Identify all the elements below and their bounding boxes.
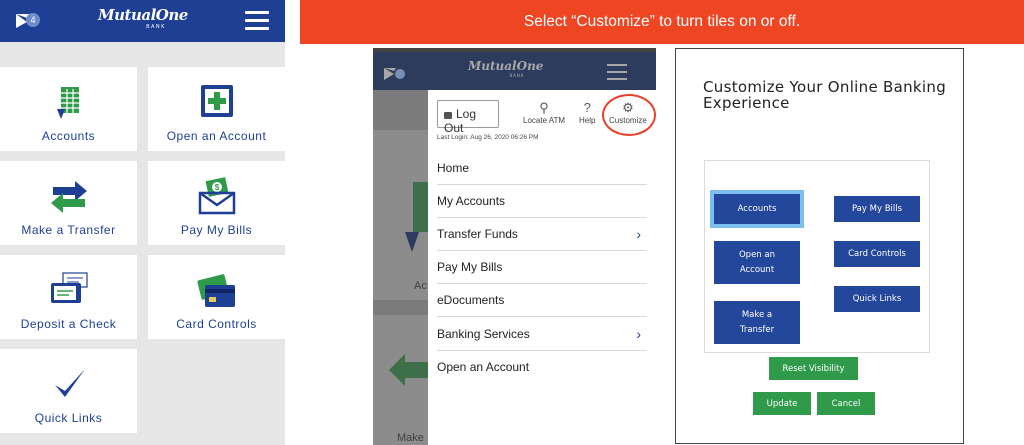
toggle-make-transfer[interactable]: Make a Transfer — [714, 301, 800, 344]
cancel-button[interactable]: Cancel — [817, 392, 875, 415]
lock-icon — [444, 112, 452, 119]
mobile-app-home: 4 MutualOne BANK Accounts Open an Accoun… — [0, 0, 285, 445]
locate-atm-button[interactable]: ⚲ Locate ATM — [523, 100, 565, 125]
menu-item-transfer-funds[interactable]: Transfer Funds › — [437, 218, 647, 251]
toggle-label: Accounts — [737, 203, 777, 214]
logout-button[interactable]: Log Out — [437, 100, 499, 135]
menu-item-banking-services[interactable]: Banking Services › — [437, 318, 647, 351]
brand-name: MutualOne — [468, 59, 544, 73]
tile-label: Accounts — [41, 129, 96, 143]
update-button[interactable]: Update — [753, 392, 811, 415]
toggle-label: Open an Account — [738, 249, 775, 275]
menu-item-open-account[interactable]: Open an Account — [437, 351, 647, 384]
menu-item-label: Open an Account — [437, 360, 530, 374]
ghost-tile-label: Make — [397, 432, 424, 444]
check-deposit-icon — [50, 272, 88, 303]
location-pin-icon: ⚲ — [539, 100, 549, 115]
customize-panel: Customize Your Online Banking Experience… — [675, 48, 964, 444]
toggle-open-account[interactable]: Open an Account — [714, 241, 800, 284]
tile-label: Deposit a Check — [20, 317, 117, 331]
toggle-label: Make a Transfer — [739, 309, 775, 335]
menu-item-label: Transfer Funds — [437, 227, 518, 241]
tile-transfer[interactable]: Make a Transfer — [0, 161, 137, 245]
checkmark-icon — [54, 369, 85, 397]
hamburger-menu-icon[interactable] — [245, 11, 269, 31]
toggle-quick-links[interactable]: Quick Links — [834, 286, 920, 312]
bank-logo[interactable]: MutualOne BANK — [98, 6, 188, 31]
mail-icon[interactable] — [384, 67, 406, 81]
accounts-spreadsheet-icon — [56, 87, 79, 119]
menu-item-label: eDocuments — [437, 293, 505, 307]
toggle-label: Card Controls — [848, 248, 906, 259]
help-button[interactable]: ? Help — [579, 100, 595, 125]
menu-item-home[interactable]: Home — [437, 152, 647, 185]
toggle-accounts[interactable]: Accounts — [714, 194, 800, 224]
dimmed-background: Ac Make — [373, 90, 429, 445]
brand-sub: BANK — [509, 73, 525, 78]
reset-visibility-button[interactable]: Reset Visibility — [769, 357, 858, 380]
tile-pay-bills[interactable]: $ Pay My Bills — [148, 161, 285, 245]
credit-card-icon — [196, 274, 235, 307]
toggle-card-controls[interactable]: Card Controls — [834, 241, 920, 267]
reset-visibility-label: Reset Visibility — [782, 363, 845, 374]
tile-quick-links[interactable]: Quick Links — [0, 349, 137, 433]
svg-text:$: $ — [214, 183, 219, 192]
tile-card-controls[interactable]: Card Controls — [148, 255, 285, 339]
mail-badge-count: 4 — [30, 15, 35, 25]
menu-item-my-accounts[interactable]: My Accounts — [437, 185, 647, 218]
tile-label: Quick Links — [34, 411, 103, 425]
toggle-pay-bills[interactable]: Pay My Bills — [834, 196, 920, 222]
chevron-right-icon: › — [636, 226, 641, 242]
question-mark-icon: ? — [583, 100, 591, 115]
menu-item-edocuments[interactable]: eDocuments — [437, 284, 647, 317]
tutorial-graphic: 4 MutualOne BANK Accounts Open an Accoun… — [0, 0, 1024, 445]
menu-item-label: Pay My Bills — [437, 260, 503, 274]
accounts-spreadsheet-icon — [405, 182, 429, 252]
tile-label: Pay My Bills — [180, 223, 253, 237]
menu-item-label: Banking Services — [437, 327, 530, 341]
instruction-banner: Select “Customize” to turn tiles on or o… — [300, 0, 1024, 44]
menu-item-pay-bills[interactable]: Pay My Bills — [437, 251, 647, 284]
menu-item-label: My Accounts — [437, 194, 506, 208]
tile-open-account[interactable]: Open an Account — [148, 67, 285, 151]
menu-item-label: Home — [437, 161, 470, 175]
transfer-arrows-icon — [50, 181, 87, 213]
transfer-arrows-icon — [389, 354, 429, 386]
tile-accounts[interactable]: Accounts — [0, 67, 137, 151]
brand-sub: BANK — [146, 24, 166, 30]
cancel-label: Cancel — [831, 398, 861, 409]
panel-title: Customize Your Online Banking Experience — [703, 78, 947, 112]
ghost-tile-label: Ac — [414, 280, 427, 292]
help-label: Help — [579, 116, 596, 125]
menu-screenshot: MutualOne BANK Ac Make Log Out ⚲ Locate … — [373, 48, 656, 445]
mail-icon[interactable]: 4 — [16, 12, 40, 30]
highlight-circle — [602, 94, 656, 136]
tile-visibility-box: Accounts Open an Account Make a Transfer… — [704, 160, 930, 353]
tile-label: Make a Transfer — [21, 223, 116, 237]
last-login-text: Last Login: Aug 26, 2020 06:26 PM — [437, 134, 539, 141]
plus-box-icon — [200, 85, 233, 117]
hamburger-menu-icon[interactable] — [607, 64, 627, 80]
update-label: Update — [766, 398, 798, 409]
tile-label: Card Controls — [176, 317, 257, 331]
chevron-right-icon: › — [636, 326, 641, 342]
side-menu: Log Out ⚲ Locate ATM ? Help ⚙ Customize … — [428, 90, 656, 445]
app-header-dimmed: MutualOne BANK — [373, 52, 656, 90]
bill-envelope-icon: $ — [198, 177, 235, 215]
app-header: 4 MutualOne BANK — [0, 0, 285, 42]
bank-logo: MutualOne BANK — [468, 59, 544, 79]
toggle-label: Quick Links — [852, 293, 902, 304]
toggle-label: Pay My Bills — [851, 203, 903, 214]
tile-label: Open an Account — [166, 129, 267, 143]
brand-name: MutualOne — [98, 6, 188, 24]
locate-atm-label: Locate ATM — [523, 116, 566, 125]
tile-deposit-check[interactable]: Deposit a Check — [0, 255, 137, 339]
